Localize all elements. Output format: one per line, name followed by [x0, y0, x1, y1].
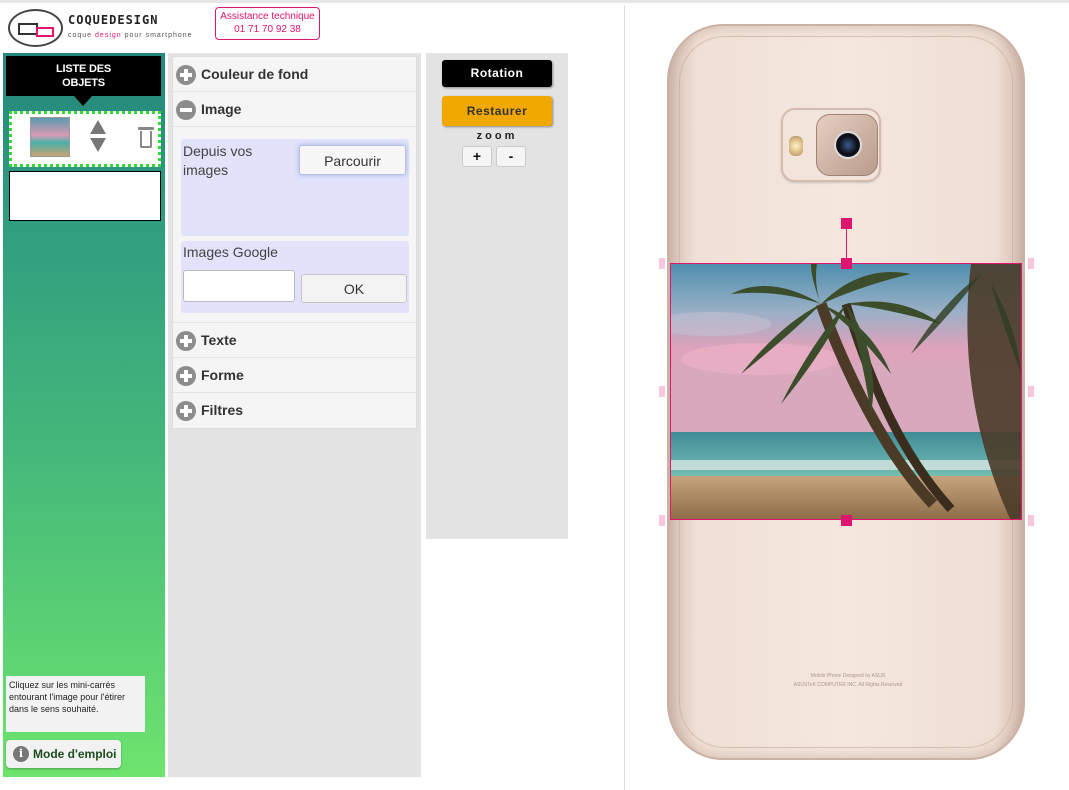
- logo-name: COQUEDESIGN: [68, 13, 159, 27]
- camera-ring: [816, 114, 878, 176]
- google-ok-button[interactable]: OK: [301, 274, 407, 303]
- resize-handle-left[interactable]: [659, 386, 665, 397]
- logo[interactable]: COQUEDESIGN coque design pour smartphone: [8, 9, 208, 49]
- section-shape-label: Forme: [201, 367, 244, 383]
- section-filters-label: Filtres: [201, 402, 244, 418]
- google-search-input[interactable]: [183, 270, 295, 302]
- resize-handle-top[interactable]: [841, 258, 852, 269]
- resize-handle-right[interactable]: [1028, 386, 1034, 397]
- phone-imprint-line1: Mobile Phone Designed by ASUS: [810, 673, 886, 679]
- flash-icon: [789, 136, 803, 156]
- object-item-image[interactable]: [9, 111, 161, 167]
- phone-imprint-line2: ASUSTeK COMPUTER INC. All Rights Reserve…: [793, 682, 903, 688]
- object-item-empty[interactable]: [9, 171, 161, 221]
- resize-handle-bottom-left[interactable]: [659, 515, 665, 526]
- objects-panel: LISTE DES OBJETS Cliquez sur les mini-ca…: [3, 53, 165, 777]
- logo-tag-prefix: coque: [68, 32, 96, 39]
- google-images-label: Images Google: [183, 244, 278, 260]
- rotation-button[interactable]: Rotation: [442, 60, 552, 87]
- camera-lens-icon: [834, 131, 862, 159]
- resize-hint: Cliquez sur les mini-carrés entourant l'…: [6, 676, 145, 732]
- preview-divider: [624, 5, 625, 790]
- objects-list-header: LISTE DES OBJETS: [6, 56, 161, 96]
- beach-palm-image: [671, 264, 1021, 519]
- image-section-body: Depuis vos images Parcourir Images Googl…: [173, 127, 416, 323]
- user-guide-button[interactable]: i Mode d'emploi: [6, 740, 121, 768]
- resize-handle-top-right[interactable]: [1028, 258, 1034, 269]
- upload-label: Depuis vos images: [183, 143, 253, 178]
- minus-circle-icon: [176, 100, 196, 120]
- section-text[interactable]: Texte: [173, 323, 416, 358]
- trash-icon[interactable]: [138, 127, 154, 151]
- caret-down-icon: [74, 96, 92, 106]
- section-image-label: Image: [201, 101, 242, 117]
- section-text-label: Texte: [201, 332, 237, 348]
- info-icon: i: [13, 746, 29, 762]
- restore-button[interactable]: Restaurer: [442, 96, 552, 126]
- resize-handle-bottom-right[interactable]: [1028, 515, 1034, 526]
- resize-handle-top-left[interactable]: [659, 258, 665, 269]
- resize-handle-bottom[interactable]: [841, 515, 852, 526]
- tools-panel: Couleur de fond Image Depuis vos images …: [168, 53, 421, 777]
- section-filters[interactable]: Filtres: [173, 393, 416, 428]
- logo-tagline: coque design pour smartphone: [68, 32, 193, 39]
- camera-module: [781, 108, 881, 182]
- controls-panel: Rotation Restaurer zoom + -: [426, 53, 568, 539]
- logo-tag-suffix: pour smartphone: [121, 32, 193, 39]
- zoom-in-button[interactable]: +: [462, 146, 492, 167]
- support-contact[interactable]: Assistance technique 01 71 70 92 38: [215, 7, 320, 40]
- objects-list-title-line2: OBJETS: [62, 77, 105, 89]
- plus-circle-icon: [176, 65, 196, 85]
- logo-tag-accent: design: [95, 32, 122, 39]
- section-image[interactable]: Image: [173, 92, 416, 127]
- support-title: Assistance technique: [220, 11, 315, 22]
- section-background-color-label: Couleur de fond: [201, 66, 309, 82]
- zoom-label: zoom: [476, 130, 518, 142]
- support-phone: 01 71 70 92 38: [234, 24, 301, 35]
- section-shape[interactable]: Forme: [173, 358, 416, 393]
- logo-emblem: [8, 9, 63, 47]
- rotate-handle[interactable]: [841, 218, 852, 229]
- browse-button[interactable]: Parcourir: [299, 145, 406, 175]
- reorder-arrows-icon[interactable]: [88, 120, 108, 156]
- user-guide-label: Mode d'emploi: [33, 747, 117, 761]
- section-background-color[interactable]: Couleur de fond: [173, 57, 416, 92]
- objects-list-title-line1: LISTE DES: [55, 63, 112, 75]
- plus-circle-icon: [176, 366, 196, 386]
- object-thumbnail: [30, 117, 70, 157]
- placed-image[interactable]: [670, 263, 1022, 520]
- upload-area: Depuis vos images Parcourir: [181, 139, 409, 236]
- zoom-out-button[interactable]: -: [496, 146, 526, 167]
- accordion: Couleur de fond Image Depuis vos images …: [172, 56, 417, 429]
- plus-circle-icon: [176, 331, 196, 351]
- plus-circle-icon: [176, 401, 196, 421]
- google-images-area: Images Google OK: [181, 241, 409, 313]
- top-divider: [0, 0, 1069, 3]
